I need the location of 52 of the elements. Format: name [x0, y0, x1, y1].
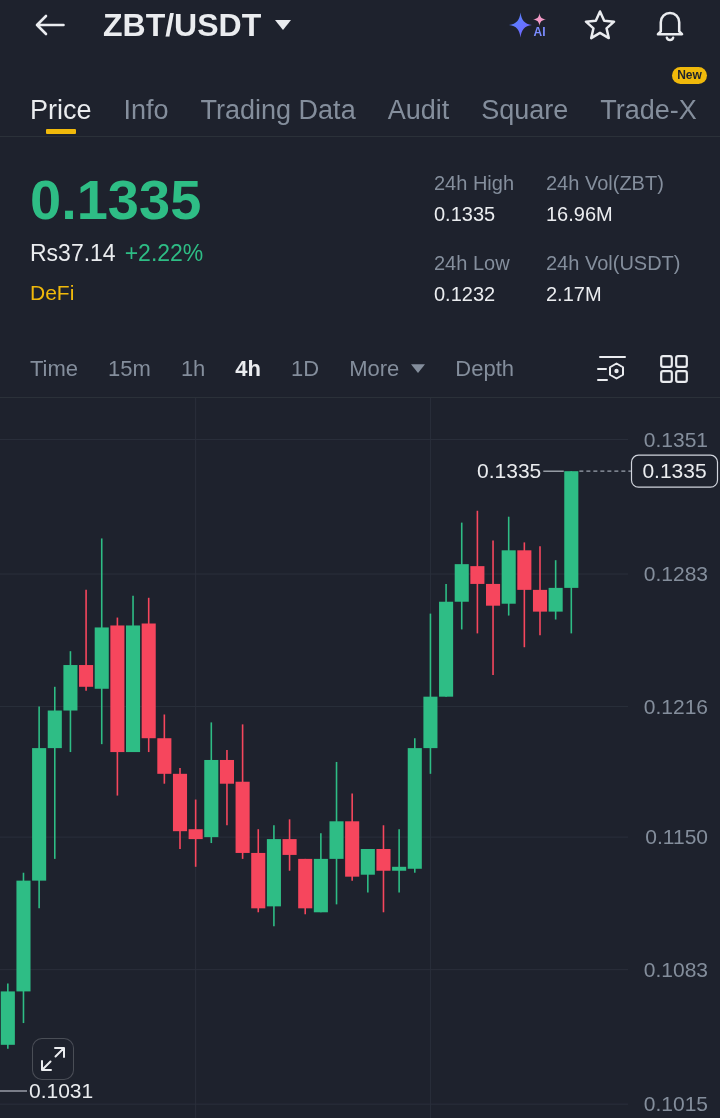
- low-price-label: 0.1031: [29, 1079, 94, 1102]
- stat-value: 0.1335: [434, 202, 497, 226]
- back-arrow-icon[interactable]: [35, 14, 65, 36]
- interval-tab[interactable]: 1D: [291, 354, 320, 383]
- pair-selector[interactable]: ZBT/USDT: [103, 7, 292, 43]
- stat-label: 24h Vol(USDT): [546, 251, 682, 275]
- price-axis-label: 0.1150: [645, 825, 708, 849]
- tab[interactable]: Trade-X: [600, 84, 697, 136]
- grid-icon[interactable]: [660, 354, 688, 383]
- interval-tab[interactable]: 1h: [180, 354, 206, 383]
- interval-tab[interactable]: 15m: [108, 354, 151, 383]
- stat-label: 24h High: [434, 171, 516, 195]
- caret-icon: [275, 20, 292, 30]
- hexagon-lines-icon[interactable]: [597, 354, 626, 383]
- stat-value: 2.17M: [546, 282, 603, 306]
- expand-icon: [40, 1046, 66, 1072]
- high-price-label: 0.1335: [477, 459, 542, 483]
- caret-icon: [411, 364, 426, 373]
- tab[interactable]: Audit: [387, 84, 450, 136]
- leader-line: [542, 470, 565, 472]
- price-axis-label: 0.1283: [643, 562, 708, 586]
- price-change: +2.22%: [124, 239, 204, 267]
- falling-candle: [188, 798, 203, 868]
- star-icon[interactable]: [583, 9, 617, 41]
- price-line: [578, 470, 632, 472]
- tab[interactable]: Trading Data: [200, 84, 356, 136]
- interval-tab[interactable]: Depth: [455, 354, 514, 383]
- expand-button[interactable]: [32, 1038, 74, 1080]
- leader-line: [0, 1090, 28, 1092]
- price-axis-label: 0.1216: [643, 694, 708, 718]
- ai-assistant-button[interactable]: AI: [509, 12, 547, 38]
- interval-tab[interactable]: More: [349, 354, 426, 383]
- stat-label: 24h Vol(ZBT): [546, 171, 665, 195]
- price-axis-label: 0.1351: [643, 427, 708, 451]
- category-tag[interactable]: DeFi: [30, 280, 75, 305]
- tab[interactable]: Price: [30, 84, 92, 136]
- price-axis-label: 0.1083: [643, 957, 708, 981]
- interval-tab[interactable]: Time: [30, 354, 79, 383]
- interval-tab[interactable]: 4h: [235, 354, 262, 383]
- tab[interactable]: Info: [123, 84, 169, 136]
- price-axis-label: 0.1015: [643, 1092, 708, 1116]
- rising-candle: [360, 848, 375, 894]
- tab[interactable]: Square: [481, 84, 569, 136]
- falling-candle: [298, 858, 313, 916]
- stat-label: 24h Low: [434, 251, 511, 275]
- fiat-price: Rs37.14: [30, 239, 116, 267]
- stat-value: 0.1232: [434, 282, 497, 306]
- last-price: 0.1335: [30, 172, 203, 228]
- last-price-tag: 0.1335: [630, 454, 719, 488]
- falling-candle: [282, 818, 297, 872]
- stat-value: 16.96M: [546, 202, 614, 226]
- new-badge: New: [672, 67, 707, 84]
